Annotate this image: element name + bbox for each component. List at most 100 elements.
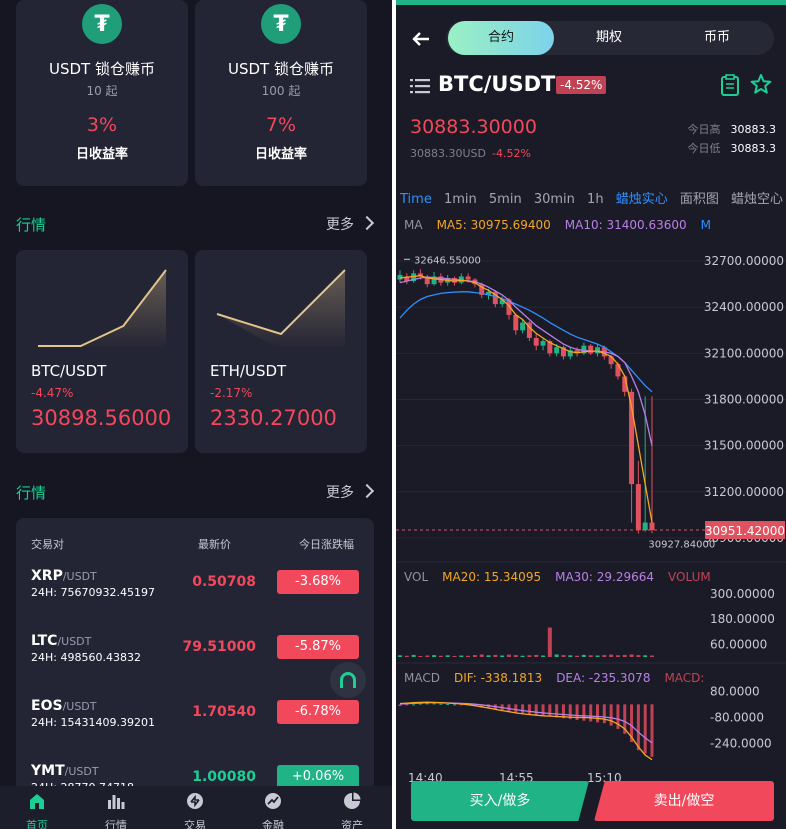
headset-icon — [340, 672, 356, 688]
row-volume: 24H: 15431409.39201 — [31, 716, 155, 729]
mini-card-btc[interactable]: BTC/USDT -4.47% 30898.56000 — [16, 250, 188, 453]
row-change-badge: -5.87% — [277, 635, 359, 659]
lock-card-title: USDT 锁仓赚币 — [49, 60, 155, 78]
candle-body — [635, 484, 641, 531]
tab-assets[interactable]: 资产 — [317, 786, 387, 829]
candle-body — [649, 522, 655, 531]
row-change-badge: -6.78% — [277, 700, 359, 724]
max-price-marker: 32646.55000 — [414, 255, 481, 266]
sell-short-button[interactable]: 卖出/做空 — [594, 781, 774, 821]
row-symbol: LTC/USDT — [31, 633, 92, 649]
price-axis-label: 31500.00000 — [704, 439, 784, 453]
tab-home[interactable]: 首页 — [2, 786, 72, 829]
volume-bar — [459, 655, 464, 657]
price-axis-label: 32400.00000 — [704, 300, 784, 314]
volume-bar — [493, 654, 498, 657]
section-title: 行情 — [16, 484, 47, 502]
min-price-marker: 30927.84000 — [648, 540, 715, 551]
volume-bar — [568, 655, 573, 657]
candle-body — [520, 322, 526, 331]
volume-bar — [527, 655, 532, 657]
bottom-tab-bar: 首页 行情 交易 金融 资产 — [0, 786, 392, 829]
mini-card-change: -4.47% — [31, 386, 74, 400]
customer-service-button[interactable] — [330, 662, 366, 698]
volume-bar — [500, 655, 505, 657]
row-price: 79.51000 — [182, 639, 256, 655]
chevron-right-icon[interactable] — [359, 215, 375, 231]
volume-bar — [554, 654, 559, 657]
volume-bar — [513, 655, 518, 657]
bar-chart-icon — [108, 795, 125, 809]
more-link[interactable]: 更多 — [326, 482, 354, 502]
row-symbol: EOS/USDT — [31, 698, 97, 714]
row-price: 1.00080 — [192, 769, 256, 785]
tab-label: 资产 — [341, 819, 363, 829]
candle-body — [588, 345, 594, 354]
macd-axis-label: -240.0000 — [710, 737, 772, 751]
col-header-price: 最新价 — [198, 538, 231, 551]
macd-bar — [643, 704, 647, 754]
vol-indicator-line: VOL MA20: 15.34095 MA30: 29.29664 VOLUM — [404, 570, 711, 584]
candle-body — [533, 337, 539, 346]
volume-bar — [438, 655, 443, 657]
current-price-tag: 30951.42000 — [705, 524, 785, 538]
volume-bar — [561, 655, 566, 657]
volume-bar — [575, 655, 580, 657]
lock-card-2[interactable]: ₮ USDT 锁仓赚币 100 起 7% 日收益率 — [195, 0, 367, 186]
row-volume: 24H: 75670932.45197 — [31, 586, 155, 599]
mini-card-pair: BTC/USDT — [31, 362, 107, 380]
volume-bar — [581, 654, 586, 657]
macd-bar — [432, 703, 436, 705]
buy-long-button[interactable]: 买入/做多 — [411, 781, 589, 821]
table-row[interactable]: LTC/USDT 24H: 498560.43832 79.51000 -5.8… — [16, 633, 374, 673]
lock-card-rate-label: 日收益率 — [75, 147, 128, 162]
tab-label: 交易 — [184, 819, 206, 829]
lock-card-1[interactable]: ₮ USDT 锁仓赚币 10 起 3% 日收益率 — [16, 0, 188, 186]
tab-market[interactable]: 行情 — [81, 786, 151, 829]
tab-finance[interactable]: 金融 — [238, 786, 308, 829]
lock-card-min: 10 起 — [86, 84, 118, 98]
mini-card-price: 30898.56000 — [31, 406, 172, 430]
macd-bar — [589, 704, 593, 722]
lock-card-rate: 3% — [86, 114, 118, 136]
candle-body — [615, 364, 621, 377]
macd-axis-label: -80.0000 — [710, 710, 764, 724]
volume-bar — [432, 655, 437, 657]
table-row[interactable]: EOS/USDT 24H: 15431409.39201 1.70540 -6.… — [16, 698, 374, 738]
col-header-pair: 交易对 — [31, 538, 64, 551]
tab-label: 首页 — [26, 819, 48, 829]
macd-bar — [636, 704, 640, 751]
row-price: 0.50708 — [192, 574, 256, 590]
mini-card-eth[interactable]: ETH/USDT -2.17% 2330.27000 — [195, 250, 367, 453]
mini-card-change: -2.17% — [210, 386, 253, 400]
sparkline-area — [38, 270, 166, 350]
volume-bar — [445, 655, 450, 657]
macd-bar — [541, 704, 545, 716]
home-panel: ₮ USDT 锁仓赚币 10 起 3% 日收益率 ₮ USDT 锁仓赚币 100… — [0, 0, 392, 829]
volume-bar — [541, 655, 546, 657]
macd-bar — [582, 704, 586, 721]
macd-bar — [452, 704, 456, 706]
volume-bar — [650, 655, 654, 657]
volume-axis-label: 180.00000 — [710, 612, 775, 626]
volume-bar — [595, 655, 600, 657]
tab-label: 行情 — [105, 819, 127, 829]
candle-body — [465, 276, 471, 280]
more-link[interactable]: 更多 — [326, 214, 354, 234]
macd-bar — [534, 704, 538, 715]
pie-icon — [344, 792, 361, 809]
row-price: 1.70540 — [192, 704, 256, 720]
macd-bar — [650, 704, 654, 757]
market-section-header: 行情 更多 — [16, 214, 376, 238]
tab-trade[interactable]: 交易 — [160, 786, 230, 829]
table-row[interactable]: XRP/USDT 24H: 75670932.45197 0.50708 -3.… — [16, 568, 374, 608]
quote-table: 交易对 最新价 今日涨跌幅 XRP/USDT 24H: 75670932.451… — [16, 518, 374, 829]
tab-label: 金融 — [262, 819, 284, 829]
lock-card-min: 100 起 — [261, 84, 301, 98]
chevron-right-icon[interactable] — [359, 483, 375, 499]
macd-bar — [398, 704, 402, 706]
macd-bar — [555, 704, 559, 718]
lock-card-rate-label: 日收益率 — [254, 147, 307, 162]
candle-body — [642, 522, 648, 531]
row-change-badge: -3.68% — [277, 570, 359, 594]
